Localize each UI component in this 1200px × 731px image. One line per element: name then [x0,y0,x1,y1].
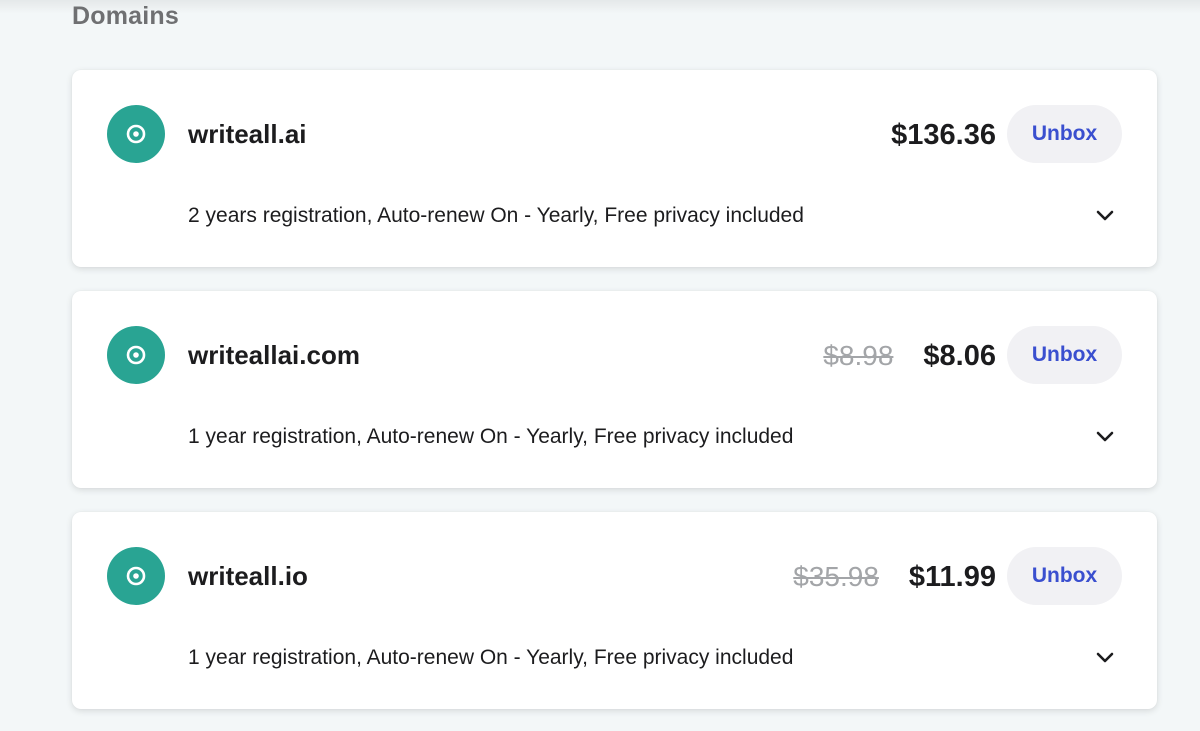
unbox-button[interactable]: Unbox [1007,547,1122,605]
domain-name: writeall.ai [188,119,307,149]
original-price: $35.98 [793,561,879,592]
section-title: Domains [72,2,179,30]
price-group: $8.98 $8.06 [823,339,996,373]
registration-details: 1 year registration, Auto-renew On - Yea… [188,425,794,448]
registration-details: 2 years registration, Auto-renew On - Ye… [188,204,804,227]
chevron-down-icon[interactable] [1093,646,1117,670]
domain-name: writeallai.com [188,340,360,370]
domain-target-icon [107,547,165,605]
chevron-down-icon[interactable] [1093,425,1117,449]
domain-target-icon [107,105,165,163]
unbox-button[interactable]: Unbox [1007,105,1122,163]
price: $8.06 [923,340,996,372]
unbox-button[interactable]: Unbox [1007,326,1122,384]
domain-card: writeall.io $35.98 $11.99 Unbox 1 year r… [72,512,1157,709]
domain-target-icon [107,326,165,384]
price-group: $35.98 $11.99 [793,560,996,594]
original-price: $8.98 [823,340,894,371]
domain-card: writeall.ai $136.36 Unbox 2 years regist… [72,70,1157,267]
price-group: $136.36 [891,118,996,152]
registration-details: 1 year registration, Auto-renew On - Yea… [188,646,794,669]
domain-card: writeallai.com $8.98 $8.06 Unbox 1 year … [72,291,1157,488]
price: $136.36 [891,119,996,151]
top-shadow [0,0,1200,14]
domain-name: writeall.io [188,561,308,591]
chevron-down-icon[interactable] [1093,204,1117,228]
price: $11.99 [908,561,996,593]
